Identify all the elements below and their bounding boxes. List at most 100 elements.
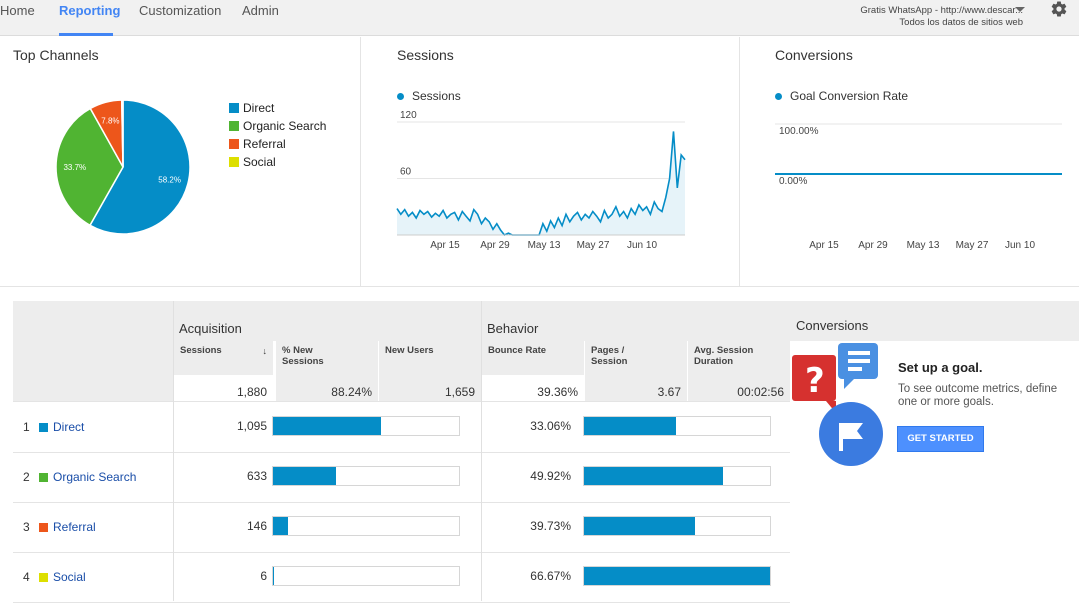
- sessions-legend[interactable]: Sessions: [397, 89, 461, 103]
- legend-item-direct[interactable]: Direct: [229, 99, 326, 117]
- tab-reporting[interactable]: Reporting: [59, 3, 120, 18]
- column-header-pct-new-sessions[interactable]: % New Sessions: [276, 341, 378, 375]
- goal-title: Set up a goal.: [898, 360, 983, 375]
- row-divider: [13, 602, 790, 603]
- row-color-swatch: [39, 472, 48, 482]
- x-tick-label: May 27: [577, 240, 610, 251]
- sessions-bar-track: [272, 516, 460, 536]
- table-row-label: 1 Direct: [13, 402, 173, 452]
- total-sessions: 1,880: [236, 385, 267, 399]
- pie-data-label: 58.2%: [158, 175, 181, 184]
- panel-title-conversions: Conversions: [775, 47, 853, 63]
- x-tick-label: Apr 15: [430, 240, 460, 251]
- table-header-blank: [13, 301, 173, 401]
- series-dot: [775, 92, 782, 100]
- row-bounce-value: 49.92%: [530, 469, 571, 483]
- row-number: 3: [23, 520, 30, 534]
- column-divider: [481, 301, 482, 601]
- row-sessions-value: 146: [246, 519, 267, 533]
- sessions-area-fill: [397, 131, 685, 235]
- goal-illustration-icon: ?: [792, 343, 883, 466]
- row-bounce-value: 66.67%: [530, 569, 571, 583]
- get-started-button[interactable]: GET STARTED: [897, 426, 984, 452]
- x-tick-label: Apr 29: [858, 240, 888, 251]
- bounce-bar: [584, 467, 724, 485]
- channel-link[interactable]: Referral: [53, 520, 96, 534]
- conversions-line-chart: 0.00% 100.00% Apr 15 Apr 29 May 13 May 27 Jun …: [775, 123, 1062, 251]
- legend-label: Social: [243, 155, 276, 169]
- sessions-area-chart: 60 120 Apr 15 Apr 29 May 13 May 27 Jun 10: [396, 110, 686, 251]
- y-tick-label: 120: [400, 110, 417, 121]
- tab-customization[interactable]: Customization: [139, 3, 221, 18]
- legend-swatch: [229, 157, 239, 167]
- group-acquisition: Acquisition: [179, 321, 242, 336]
- row-bounce-value: 39.73%: [530, 519, 571, 533]
- legend-item-referral[interactable]: Referral: [229, 135, 326, 153]
- pie-data-label: 33.7%: [63, 163, 86, 172]
- section-divider: [0, 286, 1079, 287]
- bounce-bar-track: [583, 566, 771, 586]
- y-tick-label: 60: [400, 167, 412, 178]
- column-header-pages-session[interactable]: Pages / Session: [585, 341, 687, 375]
- channel-link[interactable]: Social: [53, 570, 86, 584]
- row-sessions-value: 633: [246, 469, 267, 483]
- y-tick-label: 0.00%: [779, 176, 807, 187]
- bounce-bar: [584, 417, 677, 435]
- goal-setup-panel: Conversions ? Set up a goal. To see outc…: [790, 301, 1079, 601]
- legend-swatch: [229, 121, 239, 131]
- tab-home[interactable]: Home: [0, 3, 35, 18]
- row-color-swatch: [39, 422, 48, 432]
- legend-item-organic-search[interactable]: Organic Search: [229, 117, 326, 135]
- column-label: Avg. Session Duration: [694, 345, 754, 367]
- chevron-down-icon[interactable]: [1015, 7, 1025, 12]
- column-header-bounce-rate[interactable]: Bounce Rate: [482, 341, 584, 375]
- column-header-sessions[interactable]: Sessions ↓: [174, 341, 273, 375]
- column-label: % New Sessions: [282, 345, 324, 367]
- top-navigation: Home Reporting Customization Admin Grati…: [0, 0, 1079, 36]
- column-label: New Users: [385, 345, 434, 356]
- x-tick-label: May 13: [907, 240, 940, 251]
- column-label: Bounce Rate: [488, 345, 547, 356]
- conversions-legend[interactable]: Goal Conversion Rate: [775, 89, 908, 103]
- row-color-swatch: [39, 572, 48, 582]
- svg-text:?: ?: [805, 361, 825, 401]
- column-divider: [173, 301, 174, 601]
- channel-link[interactable]: Organic Search: [53, 470, 136, 484]
- column-header-avg-session-duration[interactable]: Avg. Session Duration: [688, 341, 790, 375]
- tab-admin[interactable]: Admin: [242, 3, 279, 18]
- x-tick-label: Apr 29: [480, 240, 510, 251]
- account-selector[interactable]: Gratis WhatsApp - http://www.descar... T…: [860, 0, 1023, 29]
- table-row-label: 4 Social: [13, 552, 173, 602]
- bounce-bar-track: [583, 516, 771, 536]
- gear-icon[interactable]: [1050, 0, 1068, 18]
- row-number: 1: [23, 420, 30, 434]
- legend-item-social[interactable]: Social: [229, 153, 326, 171]
- x-tick-label: Jun 10: [1005, 240, 1035, 251]
- series-label: Goal Conversion Rate: [790, 89, 909, 103]
- column-label: Pages / Session: [591, 345, 628, 367]
- legend-swatch: [229, 103, 239, 113]
- panel-title-top-channels: Top Channels: [13, 47, 99, 63]
- row-sessions-value: 6: [260, 569, 267, 583]
- row-bounce-value: 33.06%: [530, 419, 571, 433]
- goal-description: To see outcome metrics, define one or mo…: [898, 383, 1058, 408]
- legend-label: Organic Search: [243, 119, 327, 133]
- total-avg-session-duration: 00:02:56: [688, 375, 790, 401]
- panel-title-sessions: Sessions: [397, 47, 454, 63]
- sessions-bar: [273, 467, 336, 485]
- channel-link[interactable]: Direct: [53, 420, 84, 434]
- legend-label: Referral: [243, 137, 286, 151]
- x-tick-label: May 27: [956, 240, 989, 251]
- account-property: Gratis WhatsApp - http://www.descar...: [860, 5, 1023, 16]
- total-bounce-rate: 39.36%: [537, 385, 578, 399]
- active-tab-indicator: [59, 33, 113, 36]
- series-dot: [397, 92, 404, 100]
- column-header-new-users[interactable]: New Users: [379, 341, 481, 375]
- sessions-bar: [273, 417, 382, 435]
- column-label: Sessions: [180, 345, 222, 356]
- x-tick-label: May 13: [528, 240, 561, 251]
- sort-desc-icon: ↓: [262, 346, 268, 356]
- row-color-swatch: [39, 522, 48, 532]
- sessions-bar: [273, 567, 274, 585]
- bounce-bar-track: [583, 466, 771, 486]
